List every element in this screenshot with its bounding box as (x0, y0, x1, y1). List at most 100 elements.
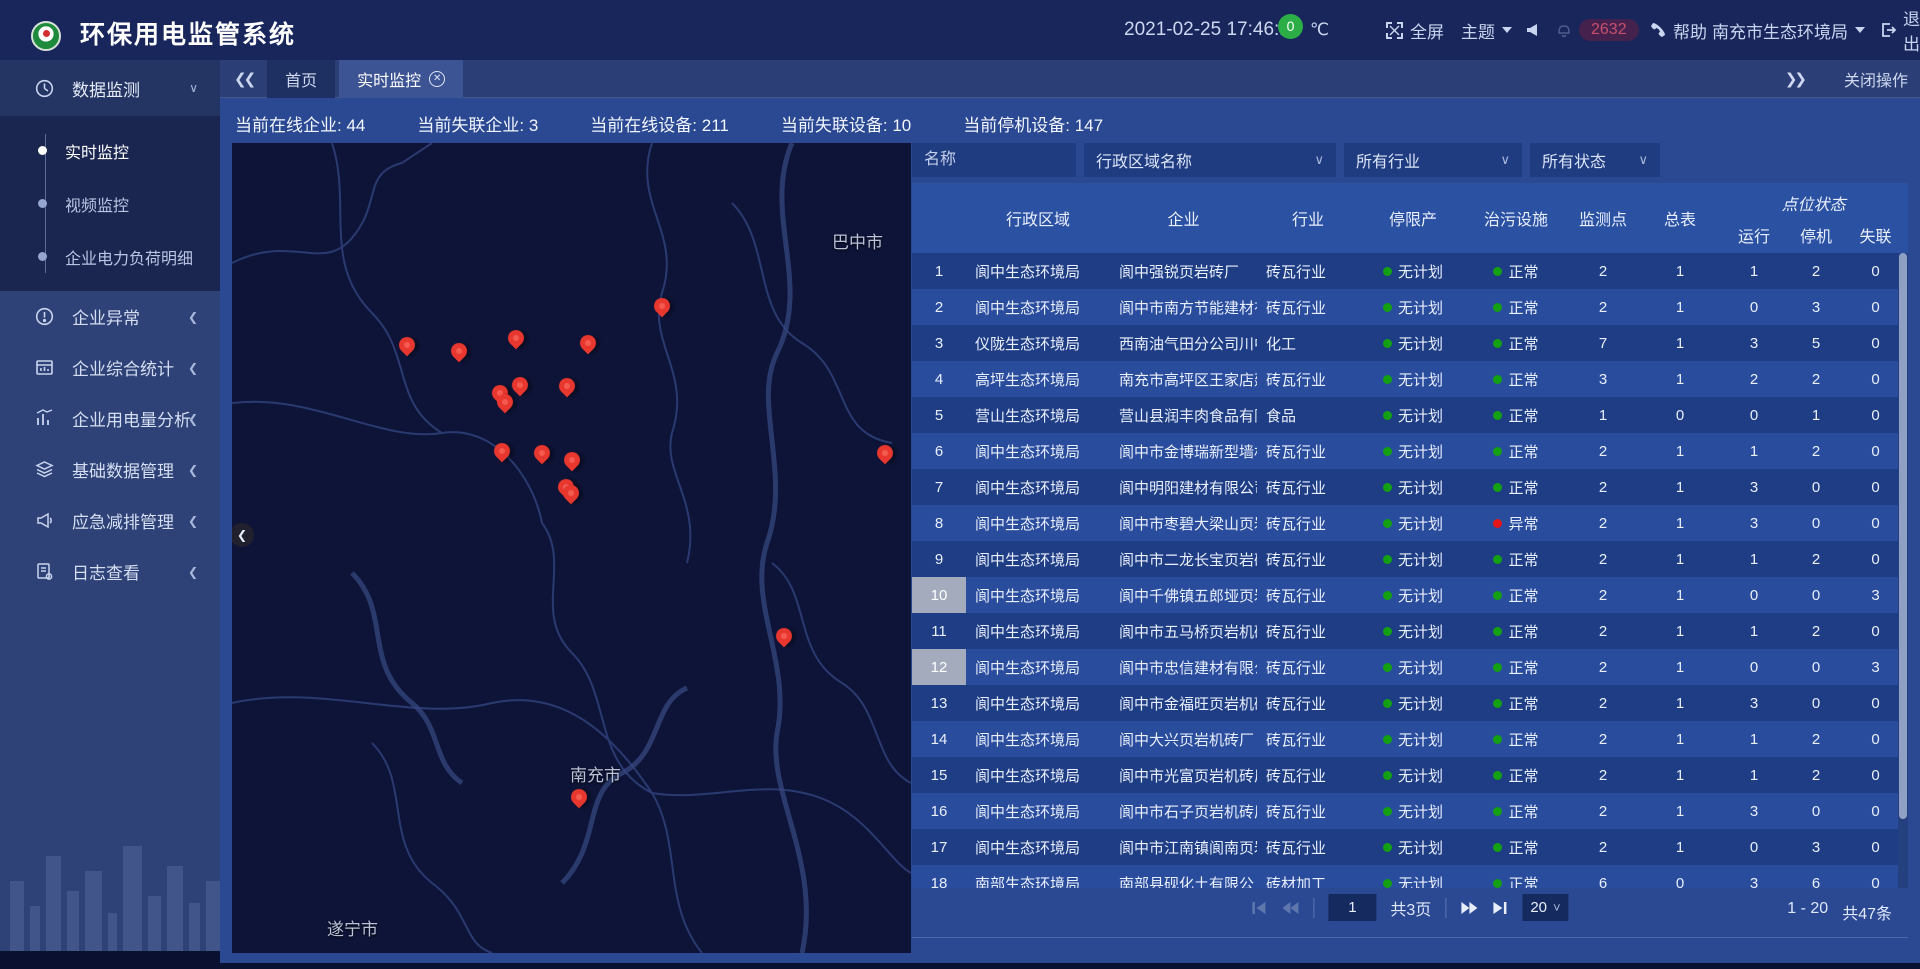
cell-run: 3 (1719, 469, 1789, 505)
prev-page-button[interactable] (1281, 901, 1299, 915)
cell-stop: 2 (1789, 721, 1843, 757)
table-row[interactable]: 1阆中生态环境局阆中强锐页岩砖厂砖瓦行业无计划正常21120 (912, 253, 1908, 289)
table-row[interactable]: 7阆中生态环境局阆中明阳建材有限公司砖瓦行业无计划正常21300 (912, 469, 1908, 505)
page-size-select[interactable]: 20 ˅ (1522, 894, 1568, 921)
stat-value: 3 (529, 116, 538, 135)
tab-首页[interactable]: 首页 (267, 60, 335, 98)
sidebar-item-视频监控[interactable]: 视频监控 (0, 177, 220, 230)
tab-close-icon[interactable]: ✕ (429, 71, 445, 87)
notification-area[interactable]: 2632 (1556, 0, 1639, 60)
status-dot-icon (1493, 735, 1502, 744)
stat-value: 10 (892, 116, 911, 135)
sidebar-item-基础数据管理[interactable]: 基础数据管理❮ (0, 444, 220, 495)
table-row[interactable]: 9阆中生态环境局阆中市二龙长宝页岩砖砖瓦行业无计划正常21120 (912, 541, 1908, 577)
table-row[interactable]: 6阆中生态环境局阆中市金博瑞新型墙材砖瓦行业无计划正常21120 (912, 433, 1908, 469)
cell-company: 南充市高坪区王家店建 (1110, 361, 1257, 397)
status-dot-icon (1383, 843, 1392, 852)
table-row[interactable]: 11阆中生态环境局阆中市五马桥页岩机砖砖瓦行业无计划正常21120 (912, 613, 1908, 649)
sidebar-item-实时监控[interactable]: 实时监控 (0, 124, 220, 177)
sidebar-item-企业异常[interactable]: 企业异常❮ (0, 291, 220, 342)
table-scrollbar[interactable] (1898, 253, 1908, 888)
cell-region: 阆中生态环境局 (966, 433, 1110, 469)
cell-company: 阆中市二龙长宝页岩砖 (1110, 541, 1257, 577)
alert-circle-icon (34, 307, 54, 327)
table-row[interactable]: 17阆中生态环境局阆中市江南镇阆南页岩砖瓦行业无计划正常21030 (912, 829, 1908, 865)
cell-production: 无计划 (1359, 289, 1467, 325)
status-text: 无计划 (1398, 513, 1443, 534)
cell-company: 阆中市金福旺页岩机砖 (1110, 685, 1257, 721)
status-dot-icon (1383, 555, 1392, 564)
status-text: 无计划 (1398, 549, 1443, 570)
tab-label: 首页 (285, 67, 317, 91)
fullscreen-button[interactable]: 全屏 (1386, 0, 1444, 60)
cell-treatment: 正常 (1467, 577, 1565, 613)
logout-icon (1880, 22, 1896, 38)
stat-label: 当前在线企业 (235, 116, 337, 135)
cell-industry: 砖瓦行业 (1257, 505, 1359, 541)
table-row[interactable]: 15阆中生态环境局阆中市光富页岩机砖厂砖瓦行业无计划正常21120 (912, 757, 1908, 793)
cell-run: 1 (1719, 721, 1789, 757)
cell-treatment: 正常 (1467, 433, 1565, 469)
sidebar-item-应急减排管理[interactable]: 应急减排管理❮ (0, 495, 220, 546)
sidebar-item-企业综合统计[interactable]: 企业综合统计❮ (0, 342, 220, 393)
bullet-dot-icon (38, 146, 47, 155)
tabs-scroll-left-icon[interactable]: ❮❮ (220, 70, 267, 88)
status-text: 无计划 (1398, 837, 1443, 858)
cell-production: 无计划 (1359, 505, 1467, 541)
sidebar-item-企业电力负荷明细[interactable]: 企业电力负荷明细 (0, 230, 220, 283)
sidebar-item-label: 日志查看 (72, 559, 140, 584)
tab-实时监控[interactable]: 实时监控✕ (339, 60, 463, 98)
scrollbar-thumb[interactable] (1899, 253, 1907, 819)
cell-num: 7 (912, 469, 966, 505)
sidebar-group-数据监测[interactable]: 数据监测∨ (0, 60, 220, 116)
status-filter-select[interactable]: 所有状态 ∨ (1530, 143, 1660, 177)
cell-num: 8 (912, 505, 966, 541)
sidebar-item-企业用电量分析[interactable]: 企业用电量分析❮ (0, 393, 220, 444)
cell-monitor: 2 (1565, 253, 1641, 289)
region-filter-select[interactable]: 行政区域名称 ∨ (1084, 143, 1336, 177)
help-button[interactable]: 帮助 (1650, 0, 1707, 60)
table-row[interactable]: 16阆中生态环境局阆中市石子页岩机砖厂砖瓦行业无计划正常21300 (912, 793, 1908, 829)
datetime-display: 2021-02-25 17:46:18 (1124, 0, 1300, 60)
cell-production: 无计划 (1359, 541, 1467, 577)
page-number-input[interactable] (1328, 894, 1376, 921)
close-operations-button[interactable]: 关闭操作 (1844, 67, 1908, 91)
user-menu[interactable]: 南充市生态环境局 (1712, 0, 1865, 60)
sidebar-item-日志查看[interactable]: 日志查看❮ (0, 546, 220, 597)
table-row[interactable]: 5营山生态环境局营山县润丰肉食品有限食品无计划正常10010 (912, 397, 1908, 433)
table-row[interactable]: 10阆中生态环境局阆中千佛镇五郎垭页岩砖瓦行业无计划正常21003 (912, 577, 1908, 613)
cell-meter: 1 (1641, 433, 1719, 469)
cell-company: 阆中市南方节能建材有 (1110, 289, 1257, 325)
table-row[interactable]: 12阆中生态环境局阆中市忠信建材有限公砖瓦行业无计划正常21003 (912, 649, 1908, 685)
status-text: 正常 (1508, 297, 1538, 318)
logout-button[interactable]: 退出 (1880, 0, 1920, 60)
cell-meter: 1 (1641, 361, 1719, 397)
cell-region: 阆中生态环境局 (966, 469, 1110, 505)
cell-num: 18 (912, 865, 966, 888)
tabs-scroll-right-icon[interactable]: ❯❯ (1771, 70, 1818, 88)
speaker-muted-button[interactable] (1524, 0, 1538, 60)
table-row[interactable]: 14阆中生态环境局阆中大兴页岩机砖厂砖瓦行业无计划正常21120 (912, 721, 1908, 757)
cell-industry: 砖瓦行业 (1257, 541, 1359, 577)
table-row[interactable]: 3仪陇生态环境局西南油气田分公司川中化工无计划正常71350 (912, 325, 1908, 361)
status-text: 无计划 (1398, 765, 1443, 786)
theme-button[interactable]: 主题 (1461, 0, 1512, 60)
next-page-button[interactable] (1460, 901, 1478, 915)
last-page-button[interactable] (1492, 901, 1508, 915)
first-page-button[interactable] (1251, 901, 1267, 915)
map-panel[interactable]: 巴中市南充市遂宁市 ❮ (232, 143, 911, 953)
cell-stop: 0 (1789, 469, 1843, 505)
table-row[interactable]: 4高坪生态环境局南充市高坪区王家店建砖瓦行业无计划正常31220 (912, 361, 1908, 397)
status-text: 无计划 (1398, 729, 1443, 750)
table-row[interactable]: 8阆中生态环境局阆中市枣碧大梁山页岩砖瓦行业无计划异常21300 (912, 505, 1908, 541)
table-row[interactable]: 18南部生态环境局南部县砚化土有限公砖材加工无计划正常60360 (912, 865, 1908, 888)
table-row[interactable]: 13阆中生态环境局阆中市金福旺页岩机砖砖瓦行业无计划正常21300 (912, 685, 1908, 721)
cell-meter: 1 (1641, 685, 1719, 721)
table-row[interactable]: 2阆中生态环境局阆中市南方节能建材有砖瓦行业无计划正常21030 (912, 289, 1908, 325)
cell-production: 无计划 (1359, 649, 1467, 685)
status-dot-icon (1493, 483, 1502, 492)
app-logo (31, 21, 61, 51)
industry-filter-select[interactable]: 所有行业 ∨ (1344, 143, 1522, 177)
name-filter-input[interactable] (912, 143, 1076, 177)
cell-meter: 1 (1641, 613, 1719, 649)
